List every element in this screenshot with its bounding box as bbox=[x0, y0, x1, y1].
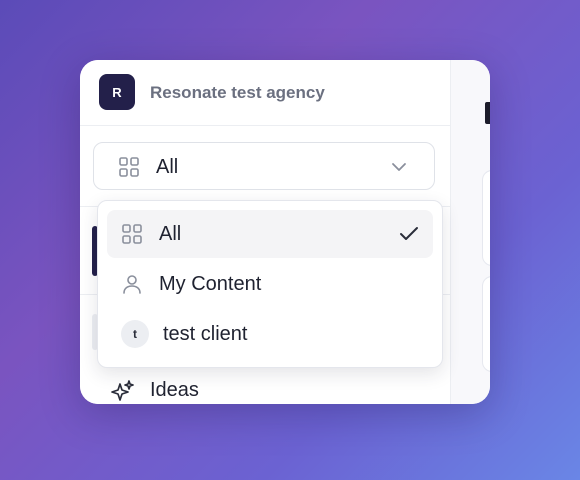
filter-selected-label: All bbox=[156, 156, 179, 178]
chevron-down-icon bbox=[392, 163, 406, 171]
organization-avatar: R bbox=[99, 74, 135, 110]
option-label: All bbox=[159, 223, 182, 245]
sparkles-icon bbox=[111, 380, 134, 401]
user-icon bbox=[123, 275, 141, 294]
content-card[interactable] bbox=[482, 276, 490, 372]
grid-icon bbox=[119, 157, 139, 177]
dropdown-option-all[interactable]: All bbox=[107, 210, 433, 258]
grid-icon bbox=[122, 224, 142, 244]
content-card[interactable] bbox=[482, 170, 490, 266]
main-content-fragment bbox=[485, 102, 490, 124]
dropdown-option-test-client[interactable]: t test client bbox=[107, 310, 433, 358]
option-label: My Content bbox=[159, 273, 262, 295]
organization-name: Resonate test agency bbox=[150, 83, 325, 102]
checkmark-icon bbox=[400, 227, 418, 240]
content-filter-dropdown: All My Content t test client bbox=[97, 200, 443, 368]
content-filter-select[interactable]: All bbox=[93, 142, 435, 190]
sidebar-item-label: Ideas bbox=[150, 379, 199, 401]
client-avatar: t bbox=[121, 320, 149, 348]
option-label: test client bbox=[163, 323, 248, 345]
organization-switcher[interactable]: R Resonate test agency bbox=[80, 60, 450, 126]
dropdown-option-my-content[interactable]: My Content bbox=[107, 260, 433, 308]
